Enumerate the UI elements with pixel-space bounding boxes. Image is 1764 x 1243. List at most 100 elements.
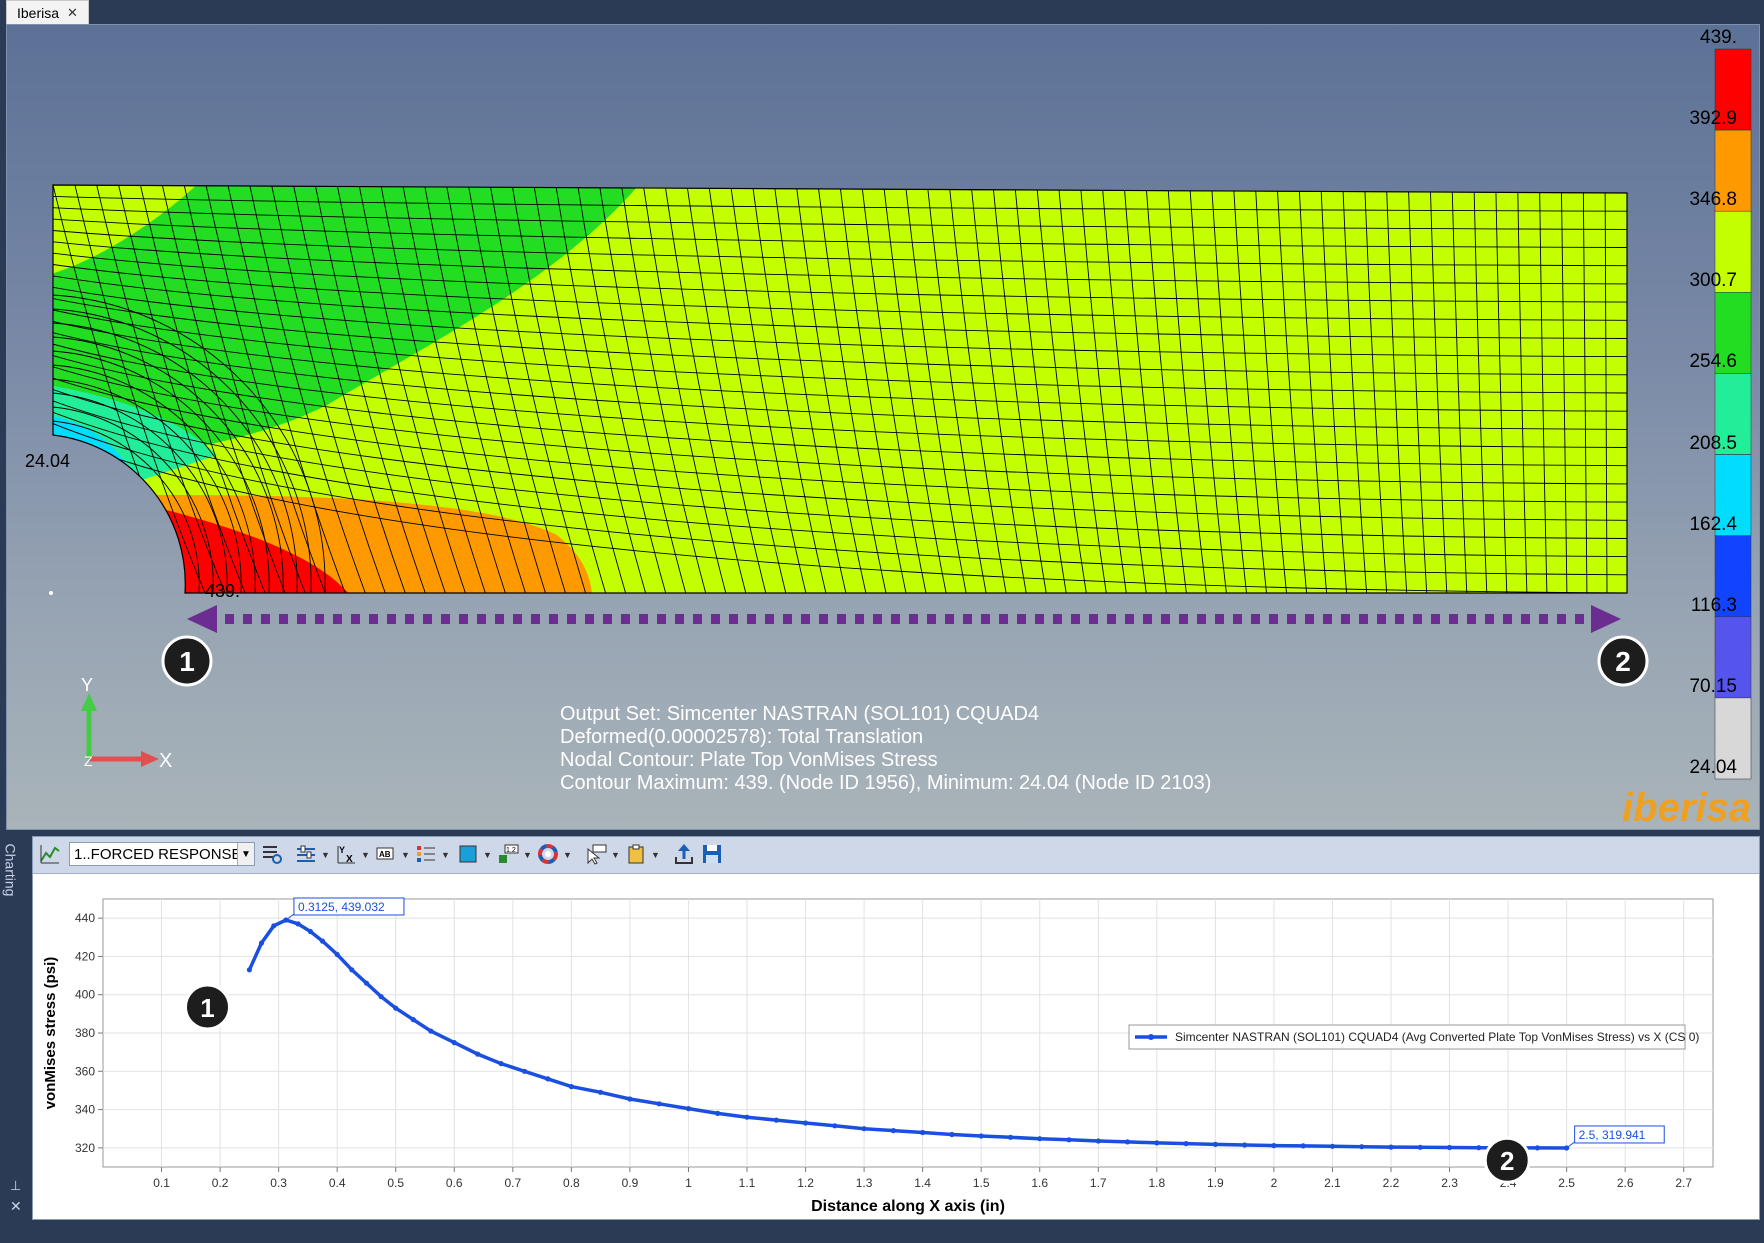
series-point[interactable] <box>1183 1141 1189 1147</box>
color-fill-icon[interactable] <box>457 843 479 865</box>
chart-select[interactable]: 1..FORCED RESPONSE ▼ <box>69 842 255 866</box>
series-point[interactable] <box>1242 1142 1248 1148</box>
chart-toolbar: 1..FORCED RESPONSE ▼ ▼ YX ▼ AB ▼ ▼ ▼ 1.2… <box>33 837 1759 874</box>
series-point[interactable] <box>890 1128 897 1134</box>
series-point[interactable] <box>1154 1140 1160 1146</box>
number-format-caret[interactable]: ▼ <box>523 850 532 860</box>
series-point[interactable] <box>521 1068 528 1074</box>
series-point[interactable] <box>1388 1144 1394 1150</box>
series-point[interactable] <box>1124 1139 1131 1145</box>
charting-side-tab[interactable]: Charting <box>2 840 24 900</box>
series-point[interactable] <box>861 1126 867 1132</box>
series-point[interactable] <box>920 1129 926 1136</box>
marker-start-label: 1 <box>179 646 195 677</box>
cursor-select-icon[interactable] <box>585 843 607 865</box>
chart-settings-icon[interactable] <box>261 843 283 865</box>
x-tick-label: 0.4 <box>329 1176 346 1190</box>
clipboard-caret[interactable]: ▼ <box>651 850 660 860</box>
series-point[interactable] <box>949 1131 955 1138</box>
legend-options-caret[interactable]: ▼ <box>441 850 450 860</box>
series-point[interactable] <box>715 1110 721 1116</box>
label-options-icon[interactable]: AB <box>375 843 397 865</box>
color-fill-caret[interactable]: ▼ <box>483 850 492 860</box>
series-point[interactable] <box>246 967 252 973</box>
series-point[interactable] <box>1095 1138 1101 1144</box>
x-tick-label: 1.6 <box>1031 1176 1048 1190</box>
x-tick-label: 2.1 <box>1324 1176 1341 1190</box>
stress-contour-plate <box>53 185 1627 593</box>
series-point[interactable] <box>410 1017 416 1023</box>
color-palette-icon[interactable] <box>537 843 559 865</box>
series-point[interactable] <box>773 1117 779 1123</box>
series-point[interactable] <box>1476 1145 1482 1151</box>
series-point[interactable] <box>451 1040 457 1046</box>
contour-legend-labels: 439. 392.9 346.8 300.7 254.6 208.5 162.4 116.3 7… <box>1647 27 1737 797</box>
legend-swatch-point <box>1148 1034 1154 1040</box>
series-point[interactable] <box>378 994 384 1000</box>
chart-panel: 1..FORCED RESPONSE ▼ ▼ YX ▼ AB ▼ ▼ ▼ 1.2… <box>32 836 1760 1220</box>
series-point[interactable] <box>1329 1143 1336 1149</box>
export-icon[interactable] <box>673 843 695 865</box>
series-point[interactable] <box>258 940 265 946</box>
series-point[interactable] <box>475 1051 481 1057</box>
series-point[interactable] <box>598 1089 604 1095</box>
series-point[interactable] <box>1300 1143 1306 1149</box>
axis-options-icon[interactable]: YX <box>335 843 357 865</box>
x-tick-label: 0.9 <box>622 1176 639 1190</box>
series-point[interactable] <box>832 1123 838 1129</box>
pin-icon[interactable]: ⊥ <box>10 1178 21 1194</box>
series-point[interactable] <box>319 938 326 944</box>
number-format-icon[interactable]: 1.2 <box>497 843 519 865</box>
series-options-caret[interactable]: ▼ <box>321 850 330 860</box>
series-point[interactable] <box>1446 1144 1453 1151</box>
chart-legend[interactable]: Simcenter NASTRAN (SOL101) CQUAD4 (Avg C… <box>1128 1024 1699 1050</box>
close-panel-icon[interactable]: ✕ <box>10 1198 22 1215</box>
marker-start: 1 <box>161 635 213 687</box>
series-point[interactable] <box>568 1084 575 1090</box>
series-point[interactable] <box>1271 1143 1277 1149</box>
stress-chart[interactable]: 0.1 0.2 0.3 0.4 0.5 0.6 0.7 0.8 0.9 1 1.1 1.2 1.3 1.4… <box>33 873 1759 1219</box>
series-point[interactable] <box>1417 1144 1423 1150</box>
color-palette-caret[interactable]: ▼ <box>563 850 572 860</box>
series-point[interactable] <box>428 1028 434 1034</box>
series-point[interactable] <box>685 1106 692 1112</box>
series-point[interactable] <box>545 1076 551 1082</box>
series-point[interactable] <box>393 1005 399 1011</box>
save-icon[interactable] <box>701 843 723 865</box>
series-point[interactable] <box>307 928 313 935</box>
series-point[interactable] <box>1534 1145 1540 1151</box>
series-point[interactable] <box>1007 1134 1014 1140</box>
close-tab-icon[interactable]: ✕ <box>67 5 78 21</box>
cursor-select-caret[interactable]: ▼ <box>611 850 620 860</box>
series-point[interactable] <box>1037 1136 1043 1142</box>
info-output-set: Output Set: Simcenter NASTRAN (SOL101) C… <box>560 703 1040 725</box>
series-point[interactable] <box>802 1120 809 1126</box>
clipboard-icon[interactable] <box>625 843 647 865</box>
label-options-caret[interactable]: ▼ <box>401 850 410 860</box>
line-chart-icon[interactable] <box>39 843 61 865</box>
series-point[interactable] <box>978 1133 984 1139</box>
series-point[interactable] <box>334 951 340 958</box>
series-point[interactable] <box>1066 1137 1072 1143</box>
x-tick-label: 1.8 <box>1148 1176 1165 1190</box>
series-point[interactable] <box>498 1061 504 1067</box>
series-options-icon[interactable] <box>295 843 317 865</box>
series-point[interactable] <box>349 967 355 973</box>
series-point[interactable] <box>744 1114 750 1120</box>
axis-options-caret[interactable]: ▼ <box>361 850 370 860</box>
series-point[interactable] <box>363 980 370 986</box>
legend-options-icon[interactable] <box>415 843 437 865</box>
model-viewport[interactable]: 1 2 24.04 439. Y X Z iberisa 439. 392.9 … <box>6 24 1760 830</box>
series-point[interactable] <box>1212 1141 1218 1147</box>
series-point[interactable] <box>271 923 277 929</box>
series-point[interactable] <box>1359 1144 1365 1150</box>
triad-x-label: X <box>159 750 172 772</box>
series-point[interactable] <box>295 921 301 927</box>
chevron-down-icon[interactable]: ▼ <box>237 843 254 865</box>
x-tick-label: 0.7 <box>504 1176 521 1190</box>
series-point[interactable] <box>656 1101 662 1107</box>
series-point[interactable] <box>627 1096 633 1102</box>
chart-y-ticks: 320 340 360 380 400 420 440 <box>75 911 103 1155</box>
x-tick-label: 0.3 <box>270 1176 287 1190</box>
document-tab[interactable]: Iberisa ✕ <box>6 0 89 25</box>
